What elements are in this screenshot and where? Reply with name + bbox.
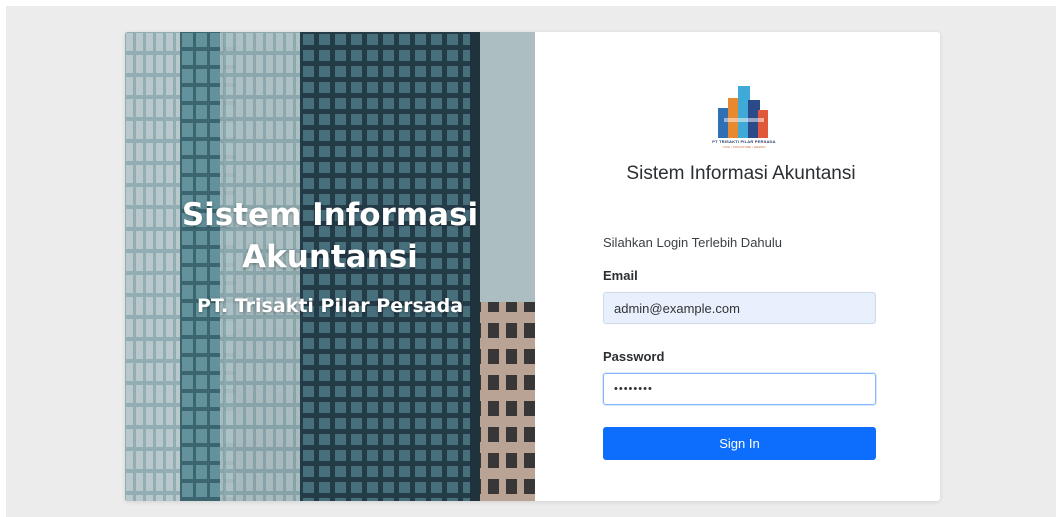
login-card: Sistem Informasi Akuntansi PT. Trisakti … <box>125 32 940 501</box>
app-title: Sistem Informasi Akuntansi <box>626 163 856 184</box>
email-field[interactable] <box>603 292 876 324</box>
login-hint: Silahkan Login Terlebih Dahulu <box>603 235 782 250</box>
hero-title-line1: Sistem Informasi <box>181 197 479 233</box>
password-label: Password <box>603 349 665 364</box>
page-background: Sistem Informasi Akuntansi PT. Trisakti … <box>6 6 1056 517</box>
logo-tagline: CIVIL • STRUCTURE • DESIGN <box>722 145 766 149</box>
hero-title-line2: Akuntansi <box>242 239 418 275</box>
login-form-panel: PT TRISAKTI PILAR PERSADA CIVIL • STRUCT… <box>535 32 940 501</box>
sign-in-button[interactable]: Sign In <box>603 427 876 460</box>
logo-company-name: PT TRISAKTI PILAR PERSADA <box>712 139 776 144</box>
hero-panel: Sistem Informasi Akuntansi PT. Trisakti … <box>125 32 535 501</box>
hero-title: Sistem Informasi Akuntansi <box>125 194 535 278</box>
email-label: Email <box>603 268 638 283</box>
hero-subtitle: PT. Trisakti Pilar Persada <box>196 295 464 317</box>
password-field[interactable] <box>603 373 876 405</box>
